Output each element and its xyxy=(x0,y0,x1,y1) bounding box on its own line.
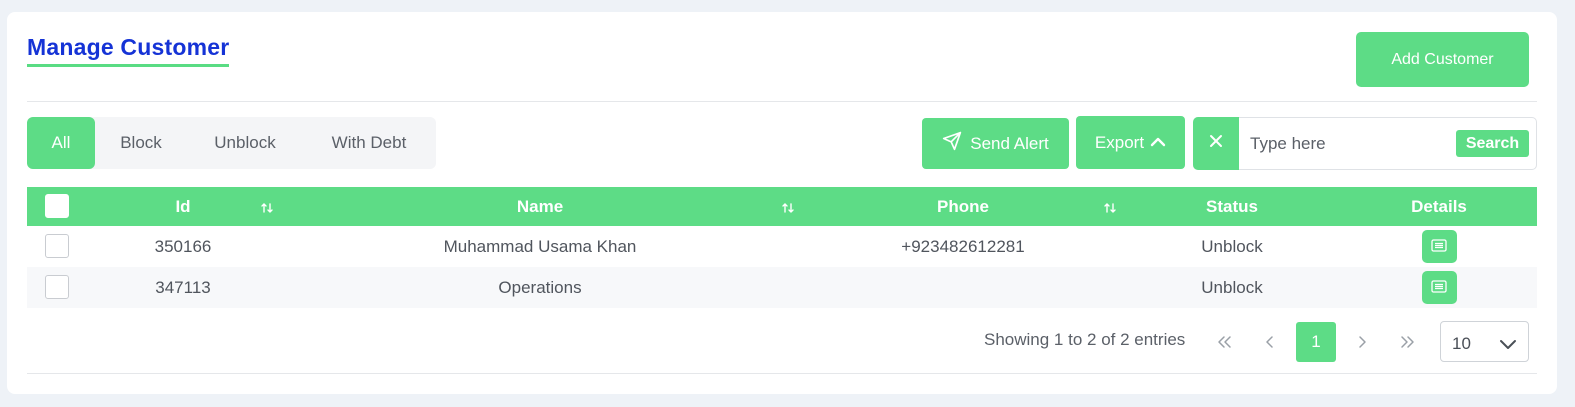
page-button-current[interactable]: 1 xyxy=(1296,322,1336,362)
cell-status: Unblock xyxy=(1201,277,1263,297)
chevron-up-icon xyxy=(1150,133,1166,153)
details-icon xyxy=(1431,237,1447,257)
last-page-button[interactable] xyxy=(1388,322,1428,362)
cell-phone xyxy=(881,267,1045,308)
add-customer-button[interactable]: Add Customer xyxy=(1356,32,1529,87)
cell-name: Muhammad Usama Khan xyxy=(443,236,637,256)
search-button[interactable]: Search xyxy=(1456,130,1529,157)
cell-name: Operations xyxy=(498,277,582,297)
cell-details xyxy=(1379,226,1499,267)
page-size-select[interactable]: 10 xyxy=(1440,321,1529,362)
column-header-status: Status xyxy=(1206,196,1258,216)
tab-all[interactable]: All xyxy=(27,117,95,169)
clear-search-button[interactable] xyxy=(1193,117,1239,170)
tab-block[interactable]: Block xyxy=(95,117,187,169)
chevron-down-icon xyxy=(1499,335,1517,355)
footer-divider xyxy=(27,373,1537,374)
column-header-id: Id xyxy=(175,196,191,216)
export-label: Export xyxy=(1094,132,1145,152)
next-page-button[interactable] xyxy=(1342,322,1382,362)
status-filter-tabs: All Block Unblock With Debt xyxy=(27,117,436,169)
previous-page-button[interactable] xyxy=(1250,322,1290,362)
sort-name-icon[interactable] xyxy=(782,201,794,219)
cell-id: 350166 xyxy=(154,236,212,256)
search-box: Search xyxy=(1193,117,1537,170)
sort-id-icon[interactable] xyxy=(261,201,273,219)
customer-card: Manage Customer Add Customer All Block U… xyxy=(7,12,1557,394)
close-icon xyxy=(1209,134,1223,153)
tab-unblock[interactable]: Unblock xyxy=(187,117,303,169)
first-page-button[interactable] xyxy=(1204,322,1244,362)
tab-with-debt[interactable]: With Debt xyxy=(303,117,435,169)
column-header-details: Details xyxy=(1411,196,1467,216)
table-row: 347113 Operations Unblock xyxy=(27,267,1537,308)
page-size-value: 10 xyxy=(1452,334,1471,353)
send-alert-label: Send Alert xyxy=(970,133,1049,153)
table-header: Id Name Phone Status Details xyxy=(27,187,1537,226)
details-button[interactable] xyxy=(1421,230,1457,263)
send-alert-button[interactable]: Send Alert xyxy=(922,118,1069,169)
search-input[interactable] xyxy=(1250,128,1450,160)
cell-status: Unblock xyxy=(1201,236,1263,256)
cell-details xyxy=(1379,267,1499,308)
send-plane-icon xyxy=(942,131,962,156)
row-checkbox[interactable] xyxy=(45,234,69,258)
cell-phone: +923482612281 xyxy=(901,236,1025,256)
details-icon xyxy=(1431,278,1447,298)
details-button[interactable] xyxy=(1421,271,1457,304)
entries-summary: Showing 1 to 2 of 2 entries xyxy=(984,330,1186,349)
cell-id: 347113 xyxy=(155,277,211,297)
page-title: Manage Customer xyxy=(27,34,230,67)
table-row: 350166 Muhammad Usama Khan +923482612281… xyxy=(27,226,1537,267)
export-button[interactable]: Export xyxy=(1076,116,1185,169)
sort-phone-icon[interactable] xyxy=(1104,201,1116,219)
column-header-name: Name xyxy=(516,196,564,216)
header-divider xyxy=(27,101,1537,102)
column-header-phone: Phone xyxy=(937,196,989,216)
select-all-checkbox[interactable] xyxy=(45,194,69,218)
row-checkbox[interactable] xyxy=(45,275,69,299)
